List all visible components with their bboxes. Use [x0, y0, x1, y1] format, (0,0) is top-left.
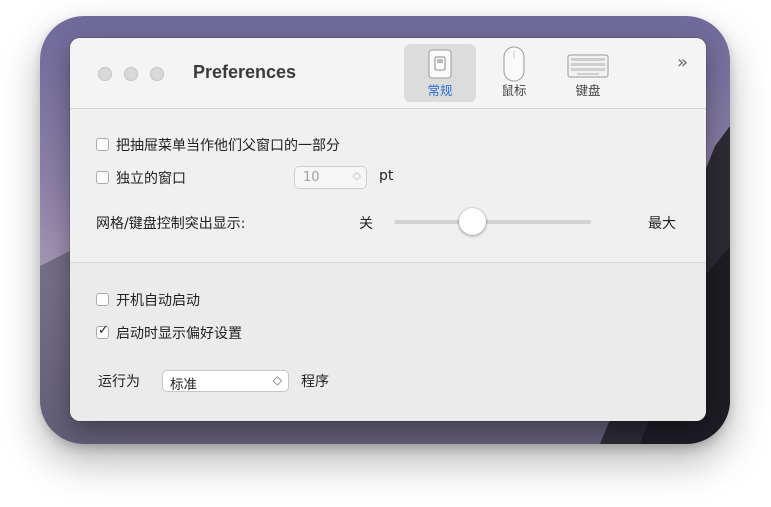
tab-mouse-label: 鼠标 — [501, 83, 527, 98]
show-prefs-label: 启动时显示偏好设置 — [116, 326, 242, 342]
tab-keyboard-label: 键盘 — [575, 83, 601, 98]
separate-window-checkbox[interactable] — [96, 171, 109, 184]
font-size-stepper[interactable]: 10 ◇ — [294, 166, 367, 189]
preferences-window: Preferences 常规 鼠标 键盘 » 把抽屉菜单当作他们父窗口的一部分 … — [70, 38, 706, 421]
tab-general[interactable]: 常规 — [404, 44, 476, 102]
stepper-arrows-icon[interactable]: ◇ — [353, 169, 361, 182]
tab-keyboard[interactable]: 键盘 — [558, 44, 618, 102]
run-as-value: 标准 — [170, 377, 197, 393]
run-as-label: 运行为 — [98, 374, 140, 390]
highlight-slider-knob[interactable] — [459, 208, 487, 235]
launch-at-login-checkbox[interactable] — [96, 293, 109, 306]
zoom-window-button[interactable] — [150, 67, 164, 81]
stepper-unit: pt — [379, 168, 394, 184]
launch-at-login-label: 开机自动启动 — [116, 293, 200, 309]
close-window-button[interactable] — [98, 67, 112, 81]
stepper-value: 10 — [303, 170, 320, 185]
keyboard-icon — [567, 54, 609, 78]
window-toolbar: Preferences 常规 鼠标 键盘 » — [70, 38, 706, 109]
run-as-select[interactable]: 标准 ◇ — [162, 370, 289, 393]
startup-settings-section: 开机自动启动 启动时显示偏好设置 运行为 标准 ◇ 程序 — [70, 263, 706, 421]
tab-general-label: 常规 — [427, 83, 453, 98]
general-settings-section: 把抽屉菜单当作他们父窗口的一部分 独立的窗口 10 ◇ pt 网格/键盘控制突出… — [70, 109, 706, 263]
slider-min-label: 关 — [359, 216, 373, 232]
separate-window-label: 独立的窗口 — [116, 171, 186, 187]
slider-max-label: 最大 — [648, 216, 676, 232]
switch-icon — [428, 49, 452, 79]
window-title: Preferences — [193, 62, 297, 82]
drawer-checkbox-label: 把抽屉菜单当作他们父窗口的一部分 — [116, 138, 340, 154]
program-label: 程序 — [301, 374, 329, 390]
minimize-window-button[interactable] — [124, 67, 138, 81]
toolbar-overflow-button[interactable]: » — [677, 52, 688, 73]
highlight-slider-track[interactable] — [394, 220, 591, 224]
mouse-icon — [503, 46, 525, 82]
grid-highlight-label: 网格/键盘控制突出显示: — [96, 216, 246, 232]
select-arrows-icon: ◇ — [272, 373, 282, 387]
show-prefs-checkbox[interactable] — [96, 323, 109, 339]
drawer-checkbox[interactable] — [96, 138, 109, 151]
tab-mouse[interactable]: 鼠标 — [488, 44, 540, 102]
